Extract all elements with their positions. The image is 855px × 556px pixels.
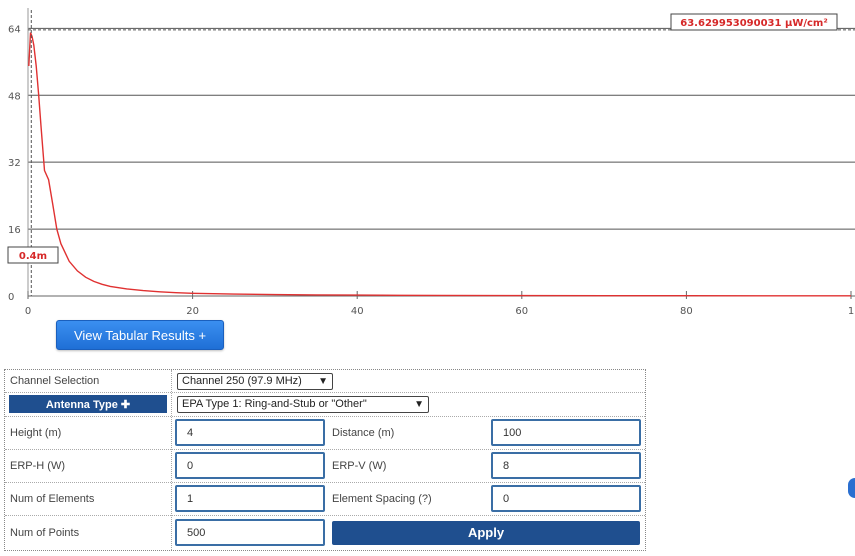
y-tick-label: 16 [8,225,21,236]
erp-v-input[interactable]: 8 [491,452,641,479]
erp-h-label: ERP-H (W) [10,459,65,472]
num-elements-input[interactable]: 1 [175,485,325,512]
apply-button[interactable]: Apply [332,520,640,545]
chart-series [28,32,851,297]
row-erp: ERP-H (W) 0 ERP-V (W) 8 [5,449,645,483]
element-spacing-input[interactable]: 0 [491,485,641,512]
x-value-label: 0.4m [19,251,47,262]
row-antenna: Antenna Type ✚ EPA Type 1: Ring-and-Stub… [5,392,645,417]
antenna-type-button[interactable]: Antenna Type ✚ [9,395,167,413]
row-height-distance: Height (m) 4 Distance (m) 100 [5,416,645,450]
x-tick-label: 1 [848,306,854,317]
chart-grid [28,27,855,230]
column-divider [171,370,172,550]
num-elements-label: Num of Elements [10,492,95,505]
chart: 0 16 32 48 64 0 20 40 60 80 1 63.629953090031 µW/c… [7,8,855,317]
series-line [28,32,851,297]
channel-select-value: Channel 250 (97.9 MHz) [182,375,302,387]
channel-select[interactable]: Channel 250 (97.9 MHz) ▼ [177,372,333,390]
y-tick-label: 0 [8,292,14,303]
y-tick-label: 48 [8,91,21,102]
element-spacing-label: Element Spacing (?) [332,492,432,505]
chart-axes [27,8,855,297]
y-value-label: 63.629953090031 µW/cm² [680,18,827,29]
y-tick-label: 32 [8,158,21,169]
x-tick-label: 20 [186,306,199,317]
erp-h-input[interactable]: 0 [175,452,325,479]
row-points: Num of Points 500 Apply [5,515,645,550]
chevron-down-icon: ▼ [414,398,424,410]
x-tick-label: 60 [515,306,528,317]
num-points-input[interactable]: 500 [175,519,325,546]
chevron-down-icon: ▼ [318,375,328,387]
x-tick-label: 0 [25,306,31,317]
row-channel: Channel Selection Channel 250 (97.9 MHz)… [5,370,645,393]
height-input[interactable]: 4 [175,419,325,446]
chart-markers: 63.629953090031 µW/cm² 0.4m [7,10,855,296]
row-elements: Num of Elements 1 Element Spacing (?) 0 [5,482,645,516]
y-tick-label: 64 [8,24,21,35]
height-label: Height (m) [10,426,62,439]
calculator-form: Channel Selection Channel 250 (97.9 MHz)… [4,369,646,551]
erp-v-label: ERP-V (W) [332,459,387,472]
chart-ticks: 0 16 32 48 64 0 20 40 60 80 1 [8,24,854,317]
distance-label: Distance (m) [332,426,395,439]
antenna-type-select-value: EPA Type 1: Ring-and-Stub or "Other" [182,398,367,410]
channel-selection-label: Channel Selection [10,375,100,387]
num-points-label: Num of Points [10,526,80,539]
distance-input[interactable]: 100 [491,419,641,446]
antenna-type-select[interactable]: EPA Type 1: Ring-and-Stub or "Other" ▼ [177,395,429,413]
side-scroll-handle[interactable] [848,478,855,498]
view-tabular-results-button[interactable]: View Tabular Results + [56,320,224,350]
x-tick-label: 40 [351,306,364,317]
x-tick-label: 80 [680,306,693,317]
